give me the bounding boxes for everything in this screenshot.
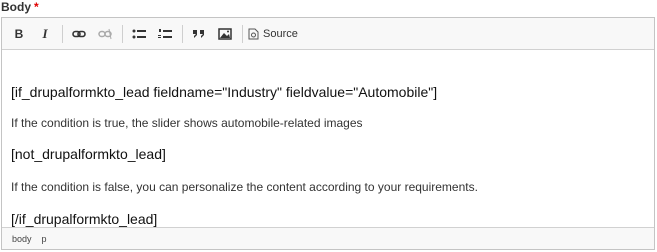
link-icon [72, 30, 86, 37]
required-marker: * [34, 0, 39, 14]
toolbar-separator [122, 24, 123, 43]
image-icon [218, 27, 232, 40]
rich-text-editor: B I Source [if_drupalformkto_lead fieldn… [1, 17, 655, 250]
bold-icon: B [14, 26, 24, 41]
editor-statusbar: body p [2, 227, 654, 249]
content-line-2: If the condition is true, the slider sho… [11, 116, 363, 130]
numbered-list-icon [158, 28, 172, 38]
toolbar-separator [242, 24, 243, 43]
numbered-list-button[interactable] [154, 23, 176, 45]
editor-toolbar: B I Source [2, 18, 654, 50]
bold-button[interactable]: B [8, 23, 30, 45]
content-line-1: [if_drupalformkto_lead fieldname="Indust… [11, 84, 438, 100]
content-line-5: [/if_drupalformkto_lead] [11, 211, 158, 227]
source-label: Source [263, 27, 298, 40]
toolbar-separator [62, 24, 63, 43]
path-body[interactable]: body [12, 234, 32, 244]
content-line-4: If the condition is false, you can perso… [11, 180, 478, 194]
source-button[interactable]: Source [248, 23, 298, 45]
unlink-button[interactable] [94, 23, 116, 45]
source-icon [248, 28, 259, 39]
toolbar-separator [182, 24, 183, 43]
link-button[interactable] [68, 23, 90, 45]
image-button[interactable] [214, 23, 236, 45]
blockquote-button[interactable] [188, 23, 210, 45]
field-label-text: Body [1, 0, 31, 14]
bulleted-list-button[interactable] [128, 23, 150, 45]
path-p[interactable]: p [42, 234, 47, 244]
italic-icon: I [42, 25, 48, 41]
italic-button[interactable]: I [34, 23, 56, 45]
unlink-icon [98, 28, 112, 39]
editor-content[interactable]: [if_drupalformkto_lead fieldname="Indust… [2, 50, 654, 227]
content-line-3: [not_drupalformkto_lead] [11, 146, 166, 162]
bulleted-list-icon [132, 29, 146, 38]
field-label: Body * [1, 0, 39, 14]
blockquote-icon [193, 29, 204, 38]
